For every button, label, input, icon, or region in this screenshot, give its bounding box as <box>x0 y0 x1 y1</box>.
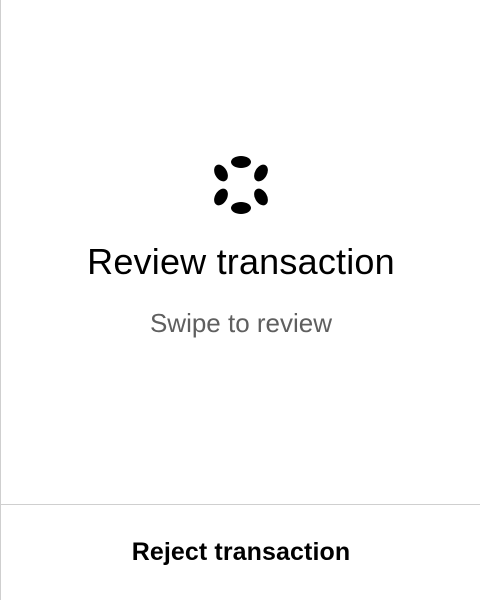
reject-transaction-label: Reject transaction <box>131 538 351 566</box>
polkadot-logo-icon <box>211 155 271 215</box>
page-title: Review transaction <box>87 241 395 282</box>
review-panel[interactable]: Review transaction Swipe to review <box>1 0 480 504</box>
reject-transaction-button[interactable]: Reject transaction <box>1 505 480 600</box>
swipe-hint: Swipe to review <box>149 308 333 338</box>
review-screen: Review transaction Swipe to review Rejec… <box>0 0 480 600</box>
